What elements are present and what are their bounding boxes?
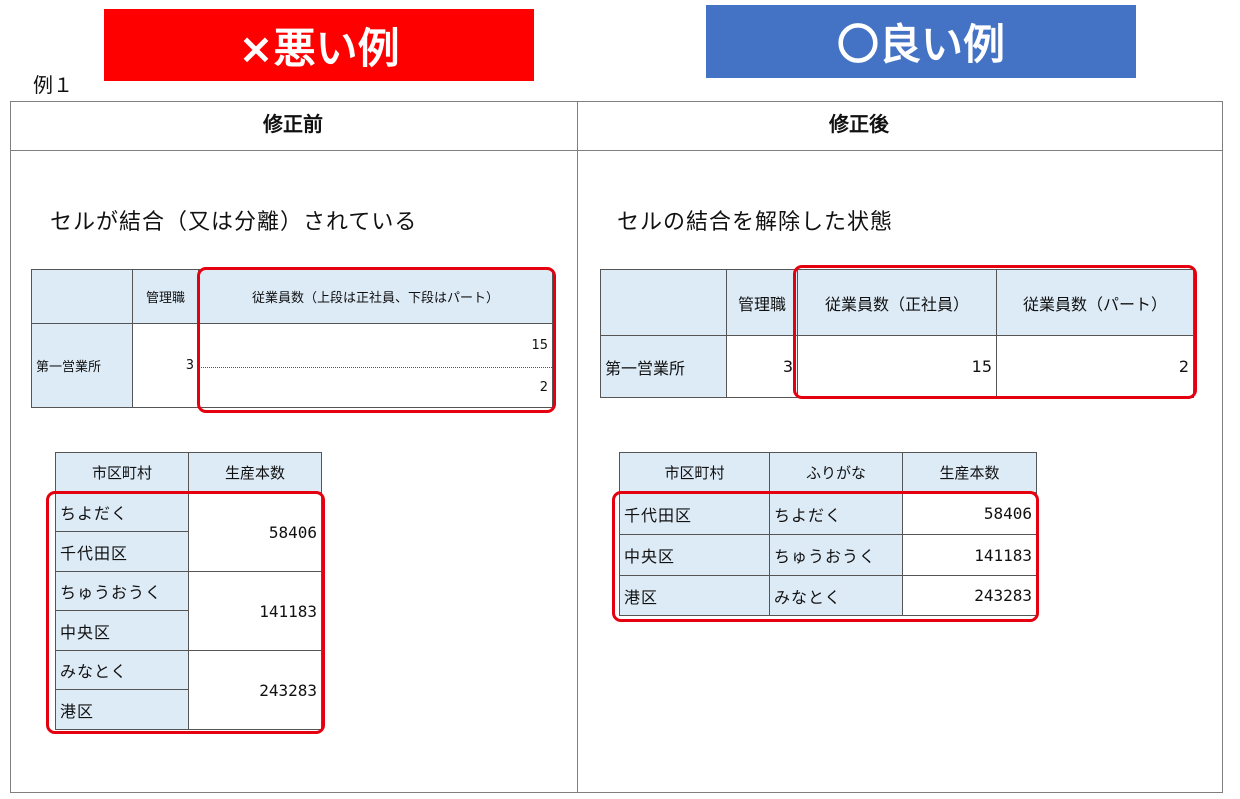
manager-value: 3: [132, 323, 199, 408]
office-name-cell: 第一営業所: [600, 335, 727, 398]
example-label: 例１: [33, 73, 73, 97]
manager-value: 3: [726, 335, 798, 398]
highlight-box-staff-after: [793, 265, 1197, 399]
highlight-box-city-after: [612, 491, 1039, 622]
after-header: 修正後: [829, 112, 889, 136]
output-header: 生産本数: [902, 452, 1037, 493]
good-example-banner: 〇良い例: [706, 5, 1136, 78]
city-header: 市区町村: [619, 452, 770, 493]
before-header: 修正前: [263, 112, 323, 136]
before-caption: セルが結合（又は分離）されている: [50, 210, 418, 235]
office-name-cell: 第一営業所: [31, 323, 133, 408]
highlight-box-city-before: [46, 491, 325, 734]
header-divider: [10, 150, 1223, 151]
manager-header: 管理職: [726, 269, 798, 336]
manager-header: 管理職: [132, 269, 199, 324]
bad-example-banner: ×悪い例: [104, 9, 534, 81]
blank-header-cell: [600, 269, 727, 336]
highlight-box-staff-before: [197, 267, 556, 413]
kana-header: ふりがな: [769, 452, 903, 493]
city-header: 市区町村: [55, 452, 189, 493]
after-caption: セルの結合を解除した状態: [617, 210, 894, 235]
output-header: 生産本数: [188, 452, 322, 493]
blank-header-cell: [31, 269, 133, 324]
column-divider: [577, 101, 578, 793]
